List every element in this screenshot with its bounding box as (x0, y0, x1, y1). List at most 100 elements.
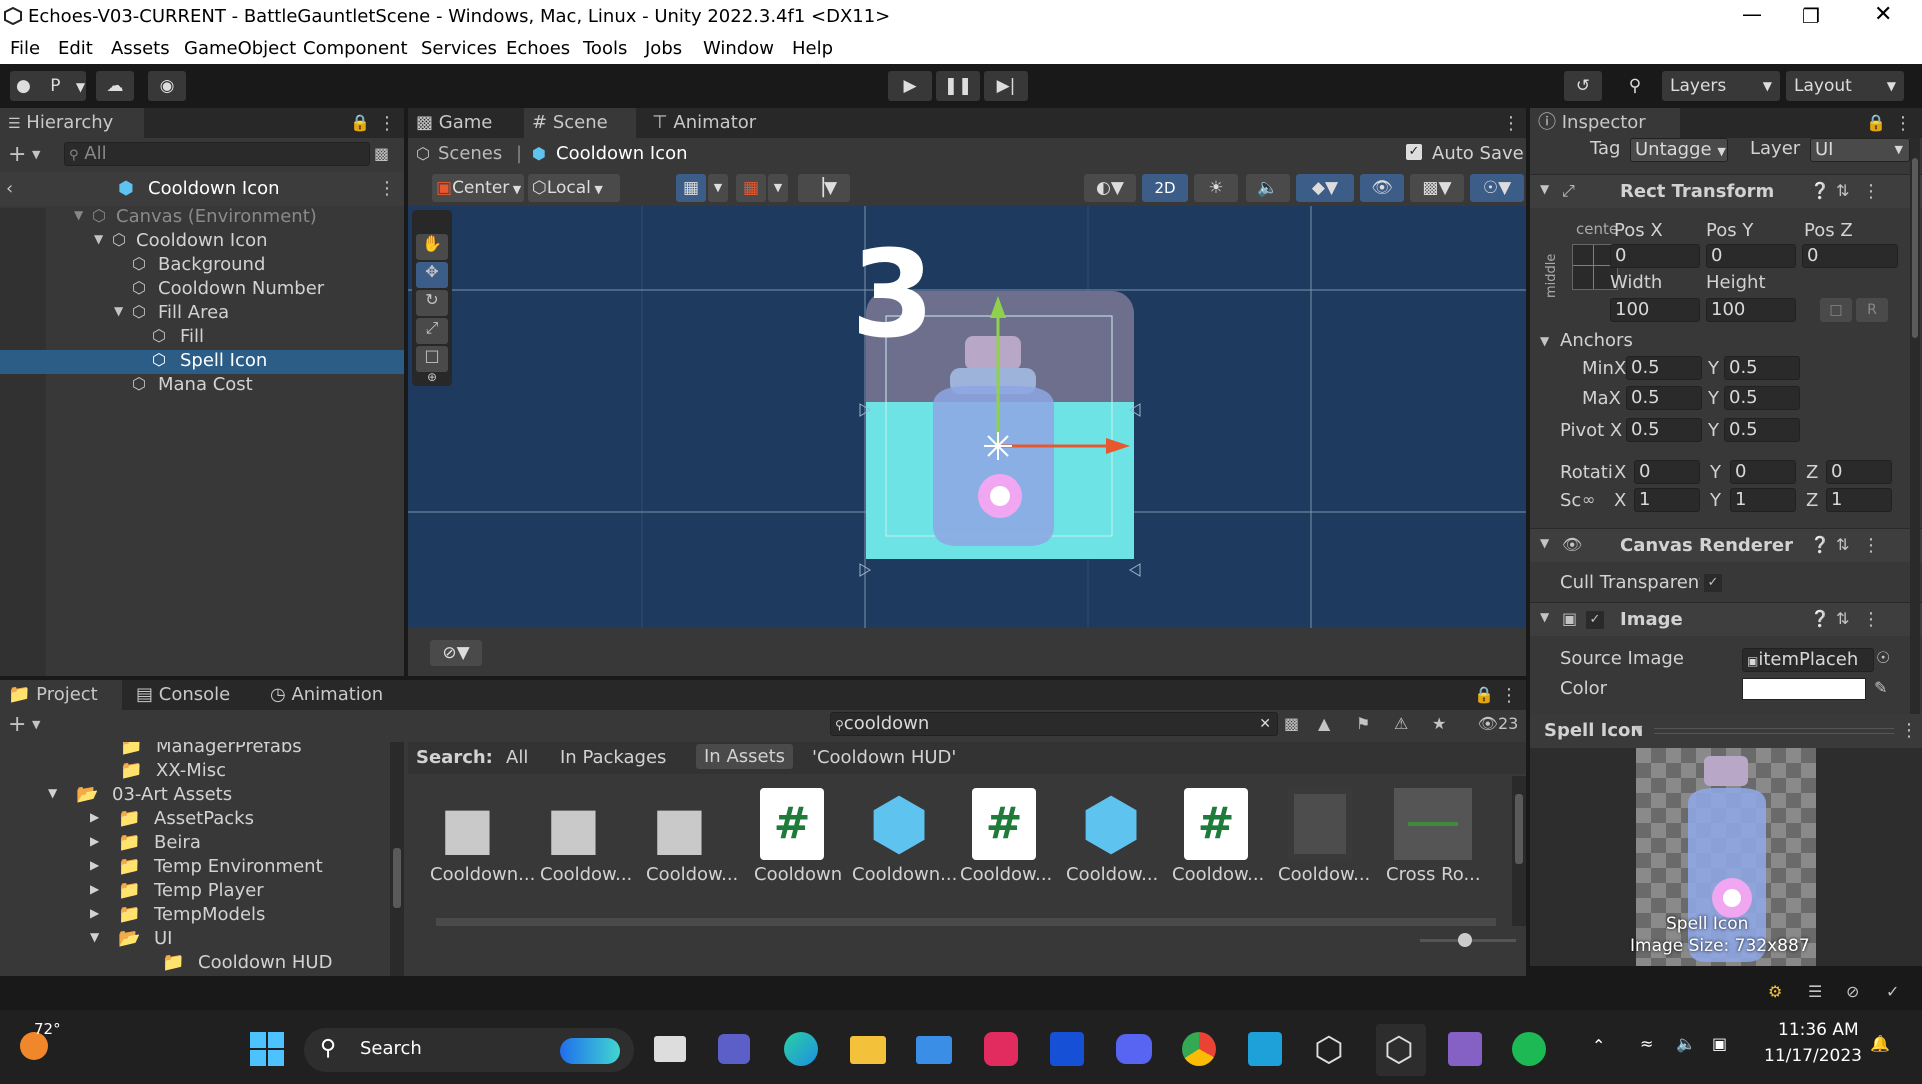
menu-file[interactable]: File (10, 38, 40, 59)
minimize-icon[interactable]: — (1742, 2, 1762, 26)
search-icon[interactable]: ⚲ (1616, 71, 1654, 101)
chevron-down-icon[interactable]: ▼ (1540, 334, 1549, 348)
ruler-icon[interactable]: ▕▼ (798, 174, 850, 202)
add-icon[interactable]: + (8, 142, 26, 167)
tab-inspector[interactable]: ⓘ Inspector (1530, 108, 1680, 138)
cloud-icon[interactable]: ☁ (96, 71, 134, 101)
close-icon[interactable]: ✕ (1874, 2, 1892, 27)
taskbar-search[interactable]: ⚲ Search (304, 1028, 634, 1072)
lock-icon[interactable]: 🔒 (1866, 113, 1886, 132)
raw-edit-button[interactable]: R (1856, 298, 1888, 322)
scrollbar-thumb[interactable] (393, 848, 401, 908)
network-off-icon[interactable]: ⊘ (1846, 982, 1859, 1001)
cache-icon[interactable]: ☰ (1808, 982, 1822, 1001)
increment-snap-icon[interactable]: ▦ (736, 174, 766, 202)
pos-z-field[interactable]: 0 (1802, 244, 1898, 268)
menu-jobs[interactable]: Jobs (645, 38, 682, 59)
asset-item[interactable]: ■ Cooldow... (638, 788, 738, 888)
breadcrumb-current[interactable]: Cooldown Icon (556, 143, 688, 164)
rect-tool-icon[interactable]: □ (416, 346, 448, 372)
menu-services[interactable]: Services (421, 38, 497, 59)
camera-icon[interactable]: ▩▼ (1410, 174, 1464, 202)
chevron-down-icon[interactable]: ▼ (768, 174, 788, 202)
scene-canvas[interactable]: 3 ✋ ✥ ↻ ⤢ □ ⊕ (408, 206, 1526, 628)
scrollbar-thumb[interactable] (1912, 158, 1918, 338)
cull-transparent-checkbox[interactable]: ✓ (1704, 574, 1722, 592)
constrain-proportions-icon[interactable]: ∞ (1582, 490, 1595, 509)
project-search-input[interactable]: ⚲cooldown ✕ (830, 712, 1278, 736)
scale-tool-icon[interactable]: ⤢ (416, 318, 448, 344)
rotate-tool-icon[interactable]: ↻ (416, 290, 448, 316)
width-field[interactable]: 100 (1610, 298, 1700, 322)
gizmos-icon[interactable]: ☉▼ (1470, 174, 1524, 202)
add-icon[interactable]: + (8, 712, 26, 737)
source-image-field[interactable]: ▣itemPlaceh (1742, 648, 1874, 672)
height-field[interactable]: 100 (1706, 298, 1796, 322)
warning-icon[interactable]: ⚠ (1394, 714, 1408, 733)
rect-transform-header[interactable]: ▼ ⤢ Rect Transform ❔ ⇅ ⋮ (1530, 174, 1922, 208)
filter-in-packages[interactable]: In Packages (560, 747, 666, 768)
notification-icon[interactable]: 🔔 (1870, 1034, 1890, 1053)
pivot-x-field[interactable]: 0.5 (1626, 418, 1702, 442)
color-swatch[interactable] (1742, 678, 1866, 700)
space-dropdown[interactable]: ⬡Local ▼ (528, 174, 620, 202)
hidden-packages-icon[interactable]: 👁23 (1470, 714, 1526, 733)
expand-arrow-icon[interactable]: ▼ (94, 232, 103, 246)
volume-icon[interactable]: 🔈 (1676, 1034, 1696, 1053)
preset-icon[interactable]: ⇅ (1836, 609, 1849, 628)
menu-echoes[interactable]: Echoes (506, 38, 570, 59)
asset-item[interactable]: # Cooldown (744, 788, 842, 888)
visual-studio-icon[interactable] (1448, 1032, 1482, 1066)
lock-icon[interactable]: 🔒 (350, 113, 370, 132)
file-explorer-icon[interactable] (850, 1036, 886, 1064)
expand-arrow-icon[interactable]: ▼ (74, 208, 83, 222)
chrome-icon[interactable] (1182, 1032, 1216, 1066)
list-item[interactable]: ▼ ⬡ Fill Area (46, 302, 404, 326)
more-icon[interactable]: ⋮ (1500, 685, 1518, 706)
filter-folder[interactable]: 'Cooldown HUD' (812, 747, 956, 768)
zoom-slider-thumb[interactable] (1458, 933, 1472, 947)
anchor-max-x-field[interactable]: 0.5 (1626, 386, 1702, 410)
more-icon[interactable]: ⋮ (378, 178, 396, 199)
list-item[interactable]: ▼ ⬡ Canvas (Environment) (46, 206, 404, 230)
scrollbar-thumb[interactable] (1515, 794, 1523, 864)
hand-tool-icon[interactable]: ✋ (416, 234, 448, 260)
account-dropdown[interactable]: ● P ▼ (10, 71, 86, 101)
mail-icon[interactable] (916, 1036, 952, 1064)
tag-dropdown[interactable]: Untagge ▼ (1630, 138, 1728, 162)
clear-search-icon[interactable]: ✕ (1259, 713, 1271, 735)
tab-scene[interactable]: # Scene (524, 108, 636, 138)
chevron-down-icon[interactable]: ▼ (32, 718, 40, 731)
scale-z-field[interactable]: 1 (1826, 488, 1892, 512)
spotify-icon[interactable] (1512, 1032, 1546, 1066)
pivot-dropdown[interactable]: ▣Center ▼ (432, 174, 524, 202)
wifi-icon[interactable]: ≈ (1640, 1034, 1653, 1053)
label-icon[interactable]: ⚑ (1356, 714, 1370, 733)
auto-save-checkbox[interactable]: ✓ (1406, 144, 1422, 160)
menu-help[interactable]: Help (792, 38, 833, 59)
asset-item[interactable]: # Cooldow... (1168, 788, 1264, 888)
scale-y-field[interactable]: 1 (1730, 488, 1796, 512)
maximize-icon[interactable]: ❐ (1802, 4, 1820, 28)
menu-assets[interactable]: Assets (111, 38, 170, 59)
anchor-max-y-field[interactable]: 0.5 (1724, 386, 1800, 410)
tab-animator[interactable]: ⊤ Animator (644, 108, 774, 138)
menu-component[interactable]: Component (303, 38, 408, 59)
filter-type-icon[interactable]: ▲ (1318, 714, 1330, 733)
more-icon[interactable]: ⋮ (378, 113, 396, 134)
help-icon[interactable]: ❔ (1810, 609, 1830, 628)
layers-dropdown[interactable]: Layers ▼ (1662, 71, 1780, 101)
expand-arrow-icon[interactable]: ▼ (114, 304, 123, 318)
chevron-up-icon[interactable]: ⌃ (1592, 1036, 1605, 1055)
tab-animation[interactable]: ◷ Animation (262, 680, 416, 710)
filter-in-assets[interactable]: In Assets (696, 744, 794, 769)
start-icon[interactable] (250, 1032, 284, 1066)
app-icon[interactable] (1050, 1032, 1084, 1066)
rotation-x-field[interactable]: 0 (1634, 460, 1700, 484)
asset-item[interactable]: # Cooldow... (956, 788, 1052, 888)
canvas-renderer-header[interactable]: ▼ 👁 Canvas Renderer ❔ ⇅ ⋮ (1530, 528, 1922, 562)
chevron-down-icon[interactable]: ▼ (708, 174, 728, 202)
asset-item[interactable]: Cross Ro... (1380, 788, 1481, 888)
play-button[interactable]: ▶ (888, 71, 932, 101)
scale-x-field[interactable]: 1 (1634, 488, 1700, 512)
